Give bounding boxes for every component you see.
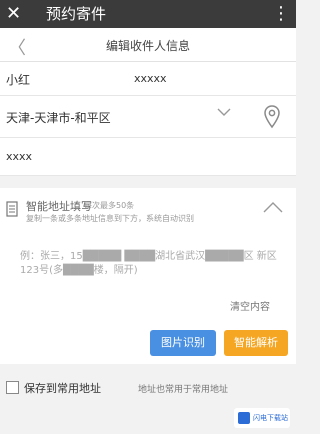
chevron-down-icon[interactable] xyxy=(216,104,232,124)
smart-fill-title: 智能地址填写 xyxy=(26,200,92,213)
page-header: 〈 编辑收件人信息 xyxy=(0,28,296,62)
save-checkbox[interactable] xyxy=(6,381,19,394)
save-note: 地址也常用于常用地址 xyxy=(138,385,229,395)
image-recognition-button[interactable]: 图片识别 xyxy=(150,330,216,356)
smart-fill-hint: 每次最多50条 xyxy=(84,201,135,210)
watermark-logo-icon xyxy=(238,412,250,424)
detail-address-row: xxxx xyxy=(0,138,296,176)
region-row[interactable]: 天津-天津市-和平区 xyxy=(0,96,296,138)
smart-address-panel: 智能地址填写 每次最多50条 复制一条或多条地址信息到下方，系统自动识别 例：张… xyxy=(0,188,296,364)
location-pin-icon[interactable] xyxy=(264,105,280,129)
smart-fill-textarea[interactable]: 例：张三，15█████ ████湖北省武汉█████区 新区123号(多███… xyxy=(20,250,282,278)
app-title: 预约寄件 xyxy=(46,5,107,23)
watermark-text: 闪电下载站 xyxy=(253,414,288,422)
name-field[interactable]: 小红 xyxy=(6,71,30,88)
app-titlebar: ✕ 预约寄件 ⋮ xyxy=(0,0,296,28)
detail-address-field[interactable]: xxxx xyxy=(6,150,32,163)
name-phone-row: 小红 xxxxx xyxy=(0,62,296,96)
save-label: 保存到常用地址 xyxy=(24,382,101,395)
region-select[interactable]: 天津-天津市-和平区 xyxy=(6,109,111,126)
watermark-logo: 闪电下载站 xyxy=(234,408,290,428)
clear-content-button[interactable]: 清空内容 xyxy=(230,298,270,313)
page-title: 编辑收件人信息 xyxy=(105,39,190,53)
document-icon xyxy=(6,201,18,217)
smart-parse-button[interactable]: 智能解析 xyxy=(224,330,288,356)
smart-fill-instructions: 复制一条或多条地址信息到下方，系统自动识别 xyxy=(26,214,194,223)
phone-field[interactable]: xxxxx xyxy=(134,72,167,85)
close-icon[interactable]: ✕ xyxy=(6,3,21,25)
more-icon[interactable]: ⋮ xyxy=(272,3,290,25)
save-address-row: 保存到常用地址 地址也常用于常用地址 xyxy=(0,370,296,404)
chevron-up-icon[interactable] xyxy=(262,200,284,214)
